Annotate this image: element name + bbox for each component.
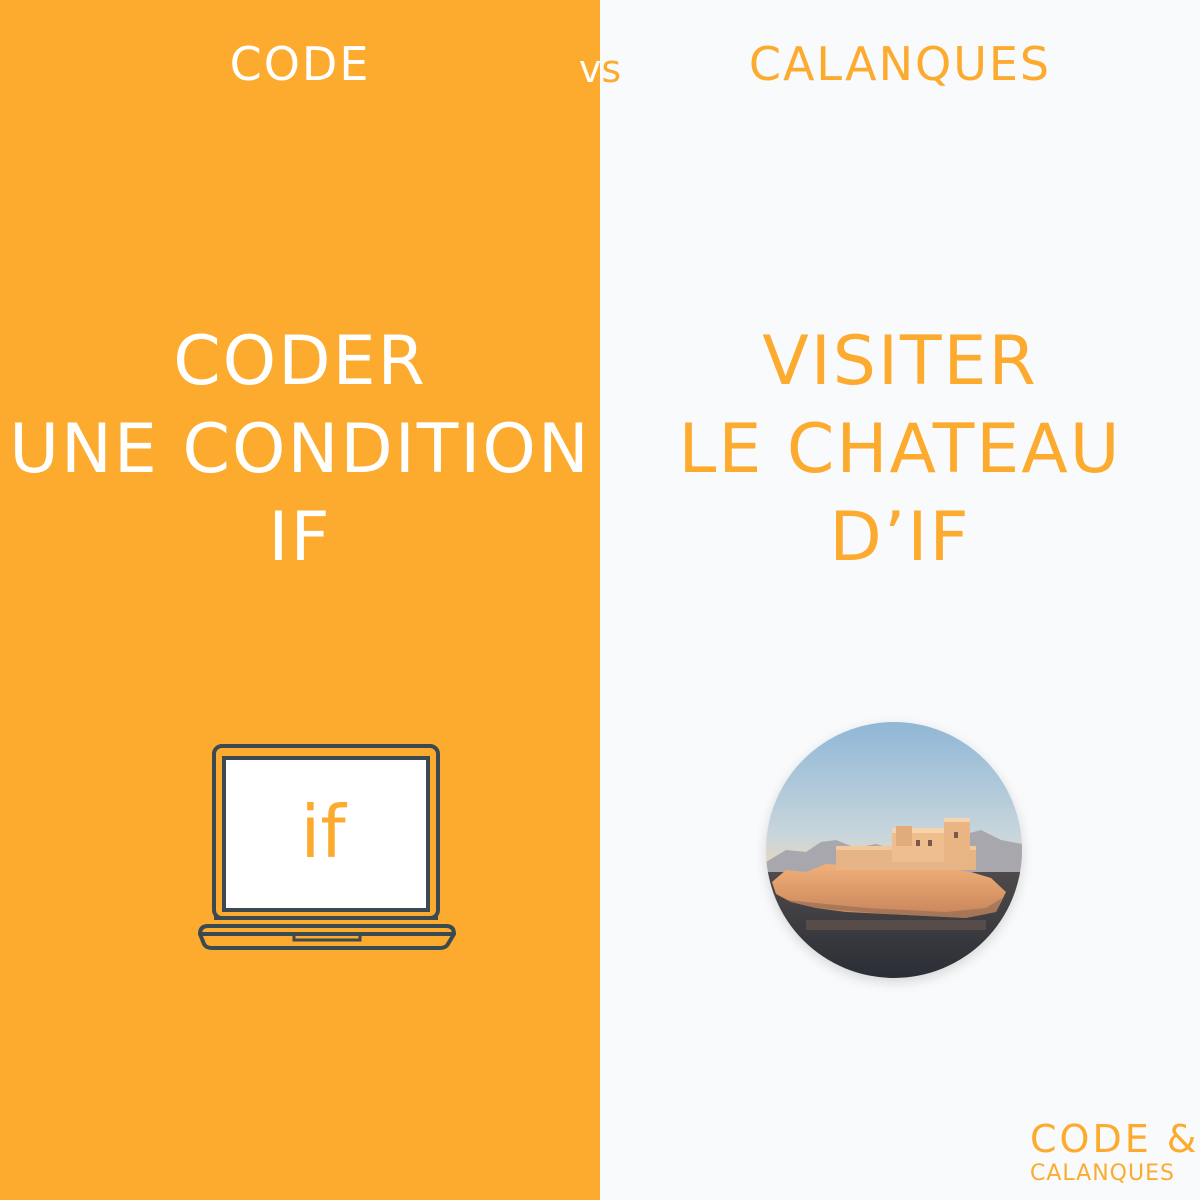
left-line-2: UNE CONDITION — [9, 410, 591, 489]
laptop-screen-text: if — [300, 790, 346, 874]
left-line-3: IF — [268, 498, 332, 577]
logo-line-2: CALANQUES — [1030, 1161, 1175, 1186]
chateau-d-if-photo — [766, 722, 1022, 978]
left-panel — [0, 0, 600, 1200]
header-left-title: CODE — [229, 37, 371, 91]
chateau-photo-svg — [766, 722, 1022, 978]
right-line-2: LE CHATEAU — [678, 410, 1122, 489]
right-main-text: VISITER LE CHATEAU D’IF — [600, 318, 1200, 582]
left-main-text: CODER UNE CONDITION IF — [0, 318, 600, 582]
header-right-title: CALANQUES — [748, 37, 1052, 91]
right-panel — [600, 0, 1200, 1200]
left-line-1: CODER — [173, 322, 427, 401]
right-line-1: VISITER — [762, 322, 1038, 401]
laptop-icon: if — [196, 744, 458, 954]
brand-logo: CODE & CALANQUES — [1030, 1117, 1200, 1188]
right-line-3: D’IF — [829, 498, 971, 577]
logo-line-1: CODE & — [1030, 1117, 1200, 1161]
